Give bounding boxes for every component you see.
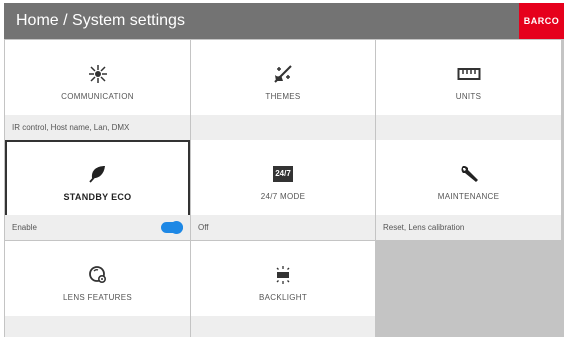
standby-eco-toggle[interactable]	[161, 221, 183, 234]
tile-status	[191, 316, 375, 337]
tile-themes[interactable]: THEMES	[191, 40, 375, 140]
wrench-icon	[376, 163, 561, 185]
tile-status	[376, 115, 561, 140]
tile-maintenance[interactable]: MAINTENANCE Reset, Lens calibration	[376, 140, 561, 240]
units-icon	[376, 63, 561, 85]
tile-backlight[interactable]: BACKLIGHT	[191, 241, 375, 337]
communication-icon	[5, 63, 190, 85]
tile-status: Reset, Lens calibration	[376, 215, 561, 240]
breadcrumb-title: Home / System settings	[16, 12, 185, 29]
24-7-icon-text: 24/7	[273, 166, 293, 182]
tile-status: Enable	[5, 215, 190, 240]
status-text: Enable	[12, 223, 37, 232]
tile-label: 24/7 MODE	[260, 192, 306, 201]
tile-label: THEMES	[265, 92, 301, 101]
header-bar: Home / System settings BARCO	[4, 3, 564, 39]
leaf-icon	[5, 163, 190, 185]
tile-label: MAINTENANCE	[437, 192, 500, 201]
lens-features-icon	[5, 264, 190, 286]
tile-lens-features[interactable]: LENS FEATURES	[5, 241, 190, 337]
themes-icon	[191, 63, 375, 85]
24-7-icon: 24/7	[191, 163, 375, 185]
tile-24-7-mode[interactable]: 24/7 24/7 MODE Off	[191, 140, 375, 240]
status-text: Reset, Lens calibration	[383, 223, 465, 232]
tile-label: BACKLIGHT	[258, 293, 308, 302]
toggle-knob	[170, 221, 183, 234]
tile-label: UNITS	[455, 92, 482, 101]
status-text: Off	[198, 223, 209, 232]
tile-label: STANDBY ECO	[63, 192, 132, 202]
barco-logo: BARCO	[519, 3, 564, 39]
tile-standby-eco[interactable]: STANDBY ECO Enable	[5, 140, 190, 240]
tile-units[interactable]: UNITS	[376, 40, 561, 140]
backlight-icon	[191, 264, 375, 286]
system-settings-window: Home / System settings BARCO COMMUNICATI…	[4, 3, 564, 337]
tile-label: COMMUNICATION	[61, 92, 134, 101]
tile-label: LENS FEATURES	[62, 293, 133, 302]
tile-status: IR control, Host name, Lan, DMX	[5, 115, 190, 140]
tile-status: Off	[191, 215, 375, 240]
tile-communication[interactable]: COMMUNICATION IR control, Host name, Lan…	[5, 40, 190, 140]
status-text: IR control, Host name, Lan, DMX	[12, 123, 130, 132]
tile-status	[5, 316, 190, 337]
tile-status	[191, 115, 375, 140]
